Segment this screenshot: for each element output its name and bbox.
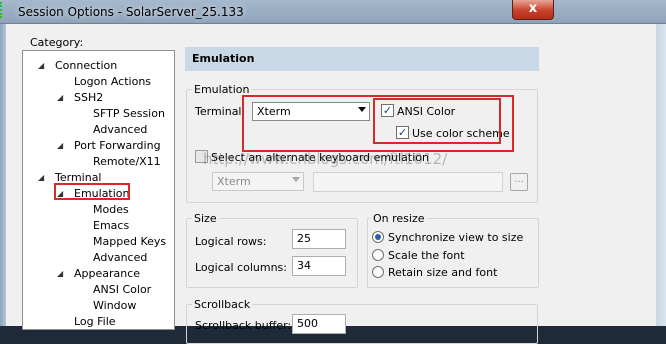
- title-bar: Session Options - SolarServer_25.133 x: [0, 0, 666, 24]
- radio-retain-size-label: Retain size and font: [388, 266, 498, 279]
- tree-item-connection[interactable]: Connection: [55, 59, 117, 73]
- tree-item-ssh2[interactable]: SSH2: [74, 91, 103, 105]
- radio-retain-size[interactable]: [372, 266, 384, 278]
- collapse-arrow-icon[interactable]: ◢: [38, 59, 44, 73]
- window-frame-left: [0, 24, 6, 326]
- alt-keyboard-path-field[interactable]: [313, 172, 503, 192]
- tree-item-remote-x11[interactable]: Remote/X11: [93, 155, 161, 169]
- tree-item-log-file[interactable]: Log File: [74, 315, 116, 329]
- alt-keyboard-select[interactable]: Xterm: [212, 172, 304, 191]
- collapse-arrow-icon[interactable]: ◢: [38, 171, 44, 185]
- window-frame-right: [656, 24, 666, 326]
- tree-item-logon-actions[interactable]: Logon Actions: [74, 75, 151, 89]
- logical-rows-input[interactable]: 25: [292, 229, 346, 249]
- chevron-down-icon: [292, 177, 300, 182]
- browse-button[interactable]: ...: [510, 173, 528, 191]
- scrollback-group-label: Scrollback: [192, 298, 253, 311]
- radio-synchronize-view-label: Synchronize view to size: [388, 231, 524, 244]
- logical-columns-label: Logical columns:: [195, 261, 287, 274]
- tree-item-emulation-advanced[interactable]: Advanced: [93, 251, 147, 265]
- alt-keyboard-select-value: Xterm: [217, 175, 251, 188]
- close-button[interactable]: x: [512, 0, 554, 20]
- logical-columns-input[interactable]: 34: [292, 256, 346, 276]
- panel-header: Emulation: [185, 47, 539, 71]
- radio-synchronize-view[interactable]: [372, 231, 384, 243]
- color-options-highlight-box: [373, 98, 501, 144]
- collapse-arrow-icon[interactable]: ◢: [57, 139, 63, 153]
- tree-item-modes[interactable]: Modes: [93, 203, 129, 217]
- window-icon: [0, 2, 4, 18]
- size-group-label: Size: [192, 212, 219, 225]
- tree-item-port-forwarding[interactable]: Port Forwarding: [74, 139, 161, 153]
- collapse-arrow-icon[interactable]: ◢: [57, 91, 63, 105]
- tree-item-emacs[interactable]: Emacs: [93, 219, 129, 233]
- collapse-arrow-icon[interactable]: ◢: [57, 267, 63, 281]
- tree-item-mapped-keys[interactable]: Mapped Keys: [93, 235, 166, 249]
- logical-rows-label: Logical rows:: [195, 235, 267, 248]
- radio-scale-font-label: Scale the font: [388, 249, 465, 262]
- tree-item-appearance[interactable]: Appearance: [74, 267, 140, 281]
- tree-item-ansi-color[interactable]: ANSI Color: [93, 283, 151, 297]
- tree-item-window[interactable]: Window: [93, 299, 136, 313]
- watermark-text: http://www.cnblogs.com/ftl1012/: [203, 150, 448, 168]
- terminal-label: Terminal:: [195, 105, 246, 118]
- scrollback-buffer-input[interactable]: 500: [292, 314, 346, 334]
- category-label: Category:: [30, 36, 84, 49]
- selected-item-highlight: [54, 183, 130, 200]
- tree-item-sftp-session[interactable]: SFTP Session: [93, 107, 165, 121]
- radio-scale-font[interactable]: [372, 249, 384, 261]
- on-resize-group-label: On resize: [371, 212, 427, 225]
- tree-item-ssh2-advanced[interactable]: Advanced: [93, 123, 147, 137]
- window-title: Session Options - SolarServer_25.133: [18, 5, 244, 19]
